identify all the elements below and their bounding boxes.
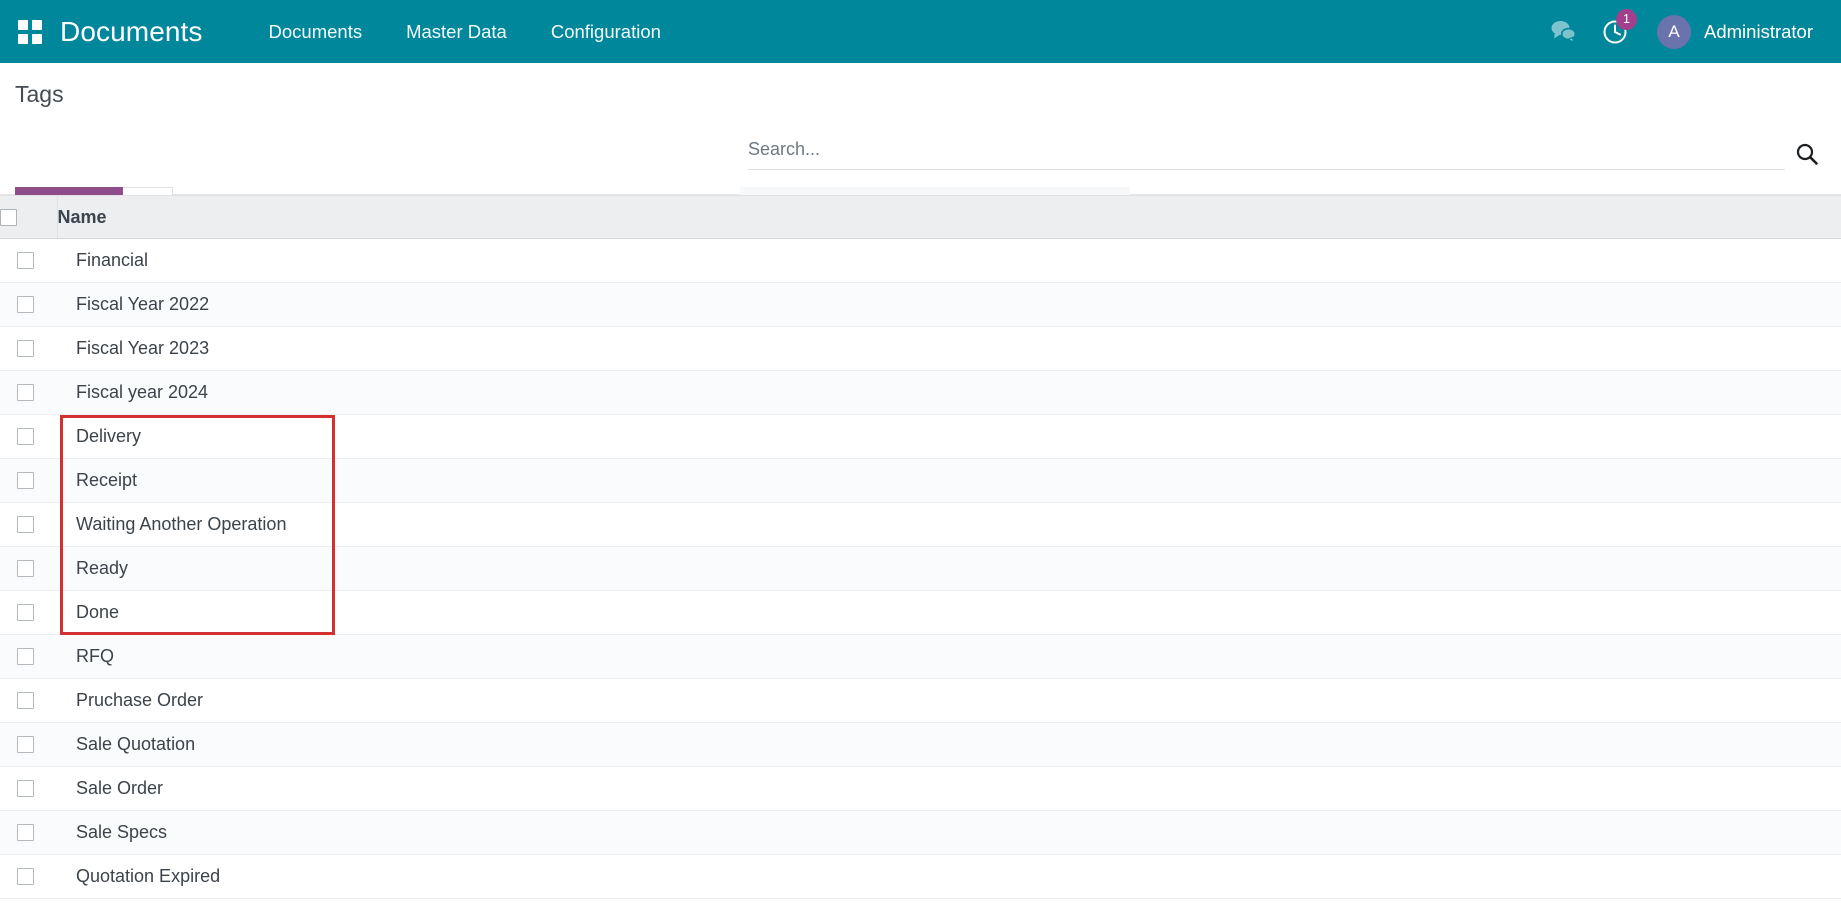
tags-table: Name Financial Fiscal Year 2022 Fiscal Yea… — [0, 195, 1841, 899]
cell-name: Sale Quotation — [76, 734, 196, 754]
table-row[interactable]: Fiscal Year 2022 — [0, 282, 1841, 327]
apps-grid-icon — [18, 19, 42, 44]
row-checkbox[interactable] — [17, 648, 34, 665]
row-checkbox[interactable] — [17, 736, 34, 753]
row-checkbox[interactable] — [17, 824, 34, 841]
cell-name: Pruchase Order — [76, 690, 204, 710]
top-navbar: Documents Documents Master Data Configur… — [0, 0, 1841, 63]
row-select-cell — [0, 239, 57, 283]
row-select-cell — [0, 811, 57, 855]
table-row[interactable]: Sale Order — [0, 766, 1841, 811]
activity-button[interactable]: 1 — [1589, 0, 1641, 63]
table-header-row: Name — [0, 195, 1841, 239]
table-row[interactable]: Receipt — [0, 458, 1841, 503]
search-icon — [1796, 143, 1818, 165]
cell-name: Ready — [76, 558, 129, 578]
list-view: Name Financial Fiscal Year 2022 Fiscal Yea… — [0, 195, 1841, 899]
brand-title: Documents — [60, 15, 203, 47]
messaging-button[interactable] — [1537, 0, 1589, 63]
table-row[interactable]: Pruchase Order — [0, 678, 1841, 723]
cell-name: Receipt — [76, 470, 138, 490]
row-select-cell — [0, 679, 57, 723]
cell-name: Financial — [76, 250, 149, 270]
activity-badge: 1 — [1616, 9, 1638, 30]
row-select-cell — [0, 503, 57, 547]
row-checkbox[interactable] — [17, 428, 34, 445]
row-select-cell — [0, 723, 57, 767]
table-row[interactable]: Fiscal Year 2023 — [0, 326, 1841, 371]
cell-name: Sale Specs — [76, 822, 168, 842]
row-checkbox[interactable] — [17, 604, 34, 621]
row-checkbox[interactable] — [17, 296, 34, 313]
column-header-name[interactable]: Name — [57, 195, 1841, 239]
table-row[interactable]: RFQ — [0, 634, 1841, 679]
table-row[interactable]: Fiscal year 2024 — [0, 370, 1841, 415]
row-select-cell — [0, 767, 57, 811]
cell-name: Quotation Expired — [76, 866, 221, 886]
cell-name: RFQ — [76, 646, 114, 666]
search-submit-button[interactable] — [1795, 142, 1819, 170]
table-row[interactable]: Financial — [0, 238, 1841, 283]
row-checkbox[interactable] — [17, 340, 34, 357]
row-select-cell — [0, 415, 57, 459]
search-box[interactable] — [748, 139, 1785, 170]
row-checkbox[interactable] — [17, 252, 34, 269]
row-select-cell — [0, 371, 57, 415]
page-title: Tags — [15, 81, 64, 107]
search-input[interactable] — [748, 139, 1785, 160]
table-row[interactable]: Sale Quotation — [0, 722, 1841, 767]
row-select-cell — [0, 283, 57, 327]
table-row[interactable]: Ready — [0, 546, 1841, 591]
cell-name: Fiscal Year 2022 — [76, 294, 210, 314]
row-checkbox[interactable] — [17, 780, 34, 797]
row-checkbox[interactable] — [17, 384, 34, 401]
row-checkbox[interactable] — [17, 516, 34, 533]
control-panel: Tags + Create — [0, 63, 1841, 229]
row-select-cell — [0, 591, 57, 635]
control-panel-top-row: Tags — [0, 63, 1841, 125]
table-row[interactable]: Delivery — [0, 414, 1841, 459]
row-select-cell — [0, 547, 57, 591]
navbar-menu: Documents Master Data Configuration — [247, 0, 683, 63]
navbar-right-zone: 1 A Administrator — [1537, 0, 1819, 63]
cell-name: Fiscal year 2024 — [76, 382, 209, 402]
chat-bubbles-icon — [1551, 21, 1576, 43]
row-checkbox[interactable] — [17, 472, 34, 489]
cell-name: Done — [76, 602, 120, 622]
menu-item-configuration[interactable]: Configuration — [529, 0, 683, 63]
cell-name: Waiting Another Operation — [76, 514, 287, 534]
cell-name: Fiscal Year 2023 — [76, 338, 210, 358]
row-checkbox[interactable] — [17, 692, 34, 709]
table-body: Financial Fiscal Year 2022 Fiscal Year 202… — [0, 238, 1841, 899]
row-select-cell — [0, 327, 57, 371]
cell-name: Sale Order — [76, 778, 164, 798]
row-select-cell — [0, 459, 57, 503]
table-row[interactable]: Quotation Expired — [0, 854, 1841, 899]
row-select-cell — [0, 855, 57, 899]
table-row[interactable]: Waiting Another Operation — [0, 502, 1841, 547]
table-row[interactable]: Sale Specs — [0, 810, 1841, 855]
select-all-checkbox[interactable] — [0, 208, 17, 226]
avatar: A — [1657, 14, 1692, 49]
menu-item-documents[interactable]: Documents — [247, 0, 385, 63]
select-all-cell — [0, 195, 58, 239]
row-checkbox[interactable] — [17, 560, 34, 577]
apps-launcher-button[interactable] — [0, 0, 60, 63]
menu-item-master-data[interactable]: Master Data — [384, 0, 529, 63]
user-name-label: Administrator — [1704, 20, 1813, 42]
row-checkbox[interactable] — [17, 868, 34, 885]
search-view — [748, 139, 1819, 170]
table-row[interactable]: Done — [0, 590, 1841, 635]
table-header: Name — [0, 195, 1841, 239]
row-select-cell — [0, 635, 57, 679]
user-menu[interactable]: A Administrator — [1641, 0, 1819, 63]
cell-name: Delivery — [76, 426, 142, 446]
